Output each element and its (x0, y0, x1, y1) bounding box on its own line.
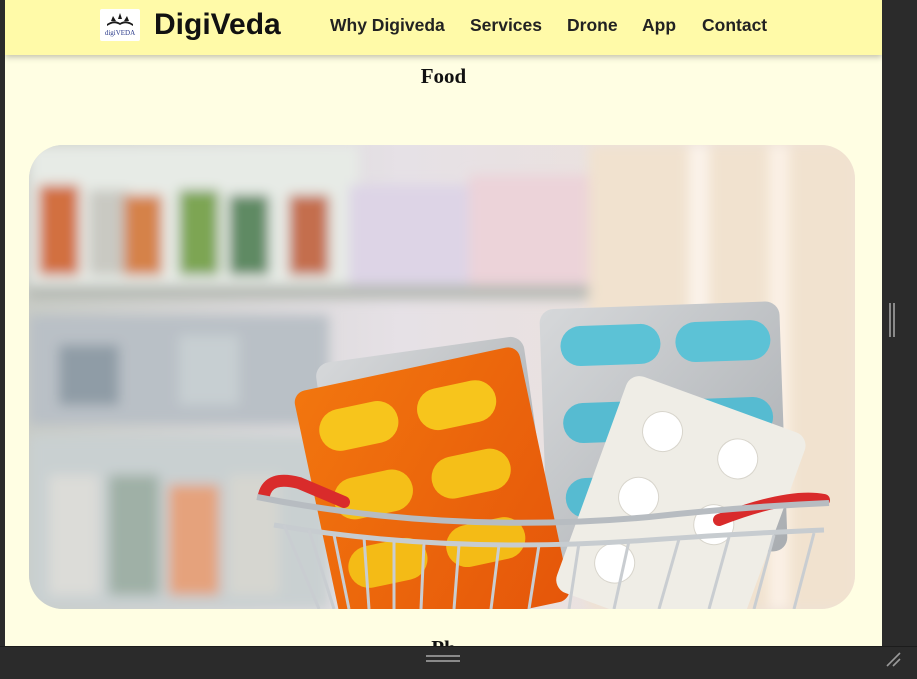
page-viewport: digiVEDA DigiVeda Why Digiveda Services … (5, 0, 882, 646)
vertical-resize-grip-icon[interactable] (889, 303, 895, 337)
pharmacy-basket-image (29, 145, 855, 609)
logo-text: digiVEDA (104, 29, 136, 37)
brand-name[interactable]: DigiVeda (154, 6, 281, 44)
book-logo-icon (107, 13, 133, 26)
nav-why-digiveda[interactable]: Why Digiveda (330, 14, 445, 36)
nav-app[interactable]: App (642, 14, 676, 36)
nav-services[interactable]: Services (470, 14, 542, 36)
navbar: digiVEDA DigiVeda Why Digiveda Services … (5, 0, 882, 55)
devtools-bottom-bar (0, 646, 917, 679)
section-title-food: Food (420, 64, 467, 88)
nav-drone[interactable]: Drone (567, 14, 618, 36)
horizontal-resize-grip-icon[interactable] (426, 655, 460, 663)
section-title-next: Ph (5, 636, 882, 646)
resize-corner-icon[interactable] (884, 650, 902, 668)
logo[interactable]: digiVEDA (100, 9, 140, 41)
nav-contact[interactable]: Contact (702, 14, 767, 36)
